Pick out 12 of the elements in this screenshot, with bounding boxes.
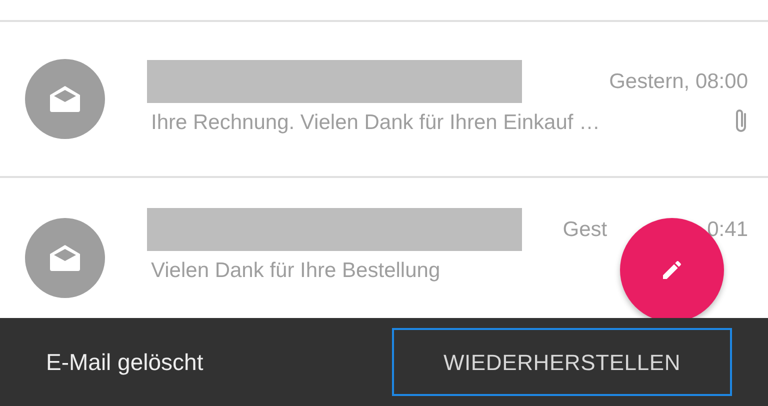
undo-button[interactable]: WIEDERHERSTELLEN	[392, 328, 732, 396]
timestamp: 0:41	[707, 218, 748, 241]
open-envelope-icon	[50, 86, 80, 112]
timestamp: Gest	[562, 218, 608, 241]
message-row[interactable]: Gest 0:41 Vielen Dank für Ihre Bestellung	[0, 178, 768, 316]
message-row[interactable]: Gestern, 08:00 Ihre Rechnung. Vielen Dank für Ihren Einkauf …	[0, 22, 768, 178]
message-preview: Vielen Dank für Ihre Bestellung	[151, 258, 440, 284]
pencil-icon	[660, 258, 684, 282]
message-preview: Ihre Rechnung. Vielen Dank für Ihren Einkauf …	[151, 110, 600, 136]
open-envelope-icon	[50, 245, 80, 271]
timestamp: Gestern, 08:00	[609, 70, 748, 92]
snackbar-message: E-Mail gelöscht	[46, 348, 204, 377]
